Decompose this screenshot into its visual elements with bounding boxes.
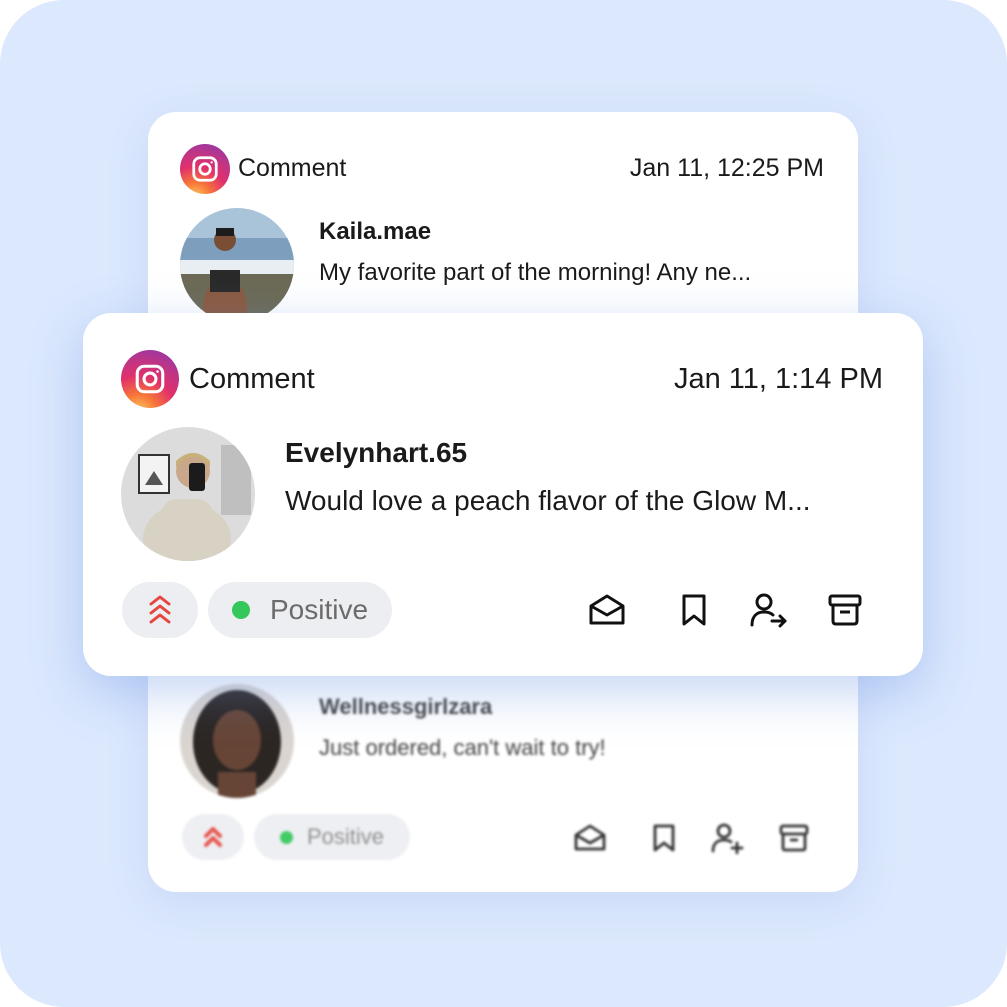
save-button[interactable]	[644, 820, 684, 856]
comment-card-evelynhart[interactable]: Comment Jan 11, 1:14 PM Evelynhart.65 Wo…	[83, 313, 923, 676]
instagram-icon	[180, 144, 230, 194]
sentiment-dot	[231, 601, 250, 619]
comment-username[interactable]: Evelynhart.65	[285, 437, 467, 469]
comment-username[interactable]: Kaila.mae	[319, 218, 431, 246]
chevrons-up-icon	[149, 595, 171, 624]
assign-button[interactable]	[747, 589, 791, 631]
comment-message: Would love a peach flavor of the Glow M.…	[285, 485, 811, 516]
comment-timestamp: Jan 11, 1:14 PM	[673, 363, 883, 395]
bookmark-icon	[682, 594, 706, 626]
reply-button[interactable]	[570, 820, 610, 856]
priority-chip[interactable]	[122, 582, 198, 638]
avatar	[121, 427, 255, 561]
archive-icon	[779, 824, 809, 852]
archive-button[interactable]	[774, 820, 814, 856]
chevrons-up-icon	[204, 827, 222, 847]
assign-button[interactable]	[708, 820, 748, 856]
instagram-icon	[121, 350, 179, 408]
comment-type-label: Comment	[238, 154, 347, 182]
mail-open-icon	[589, 594, 625, 625]
save-button[interactable]	[673, 589, 715, 631]
user-arrow-icon	[750, 593, 787, 628]
comment-message: My favorite part of the morning! Any ne.…	[319, 259, 752, 286]
archive-button[interactable]	[823, 589, 867, 631]
priority-chip[interactable]	[182, 814, 244, 860]
comment-timestamp: Jan 11, 12:25 PM	[629, 154, 824, 182]
sentiment-chip[interactable]: Positive	[208, 582, 392, 638]
sentiment-label: Positive	[306, 824, 385, 849]
avatar	[180, 684, 294, 798]
mail-open-icon	[574, 824, 606, 851]
comment-type-label: Comment	[189, 363, 315, 395]
bookmark-icon	[653, 824, 675, 852]
sentiment-label: Positive	[269, 594, 369, 625]
archive-icon	[828, 594, 862, 626]
comment-username[interactable]: Wellnessgirlzara	[319, 694, 492, 720]
avatar	[180, 208, 294, 322]
user-plus-icon	[711, 823, 744, 854]
comment-message: Just ordered, can't wait to try!	[319, 735, 606, 760]
sentiment-chip[interactable]: Positive	[254, 814, 410, 860]
sentiment-dot	[279, 830, 293, 844]
reply-button[interactable]	[585, 589, 629, 631]
